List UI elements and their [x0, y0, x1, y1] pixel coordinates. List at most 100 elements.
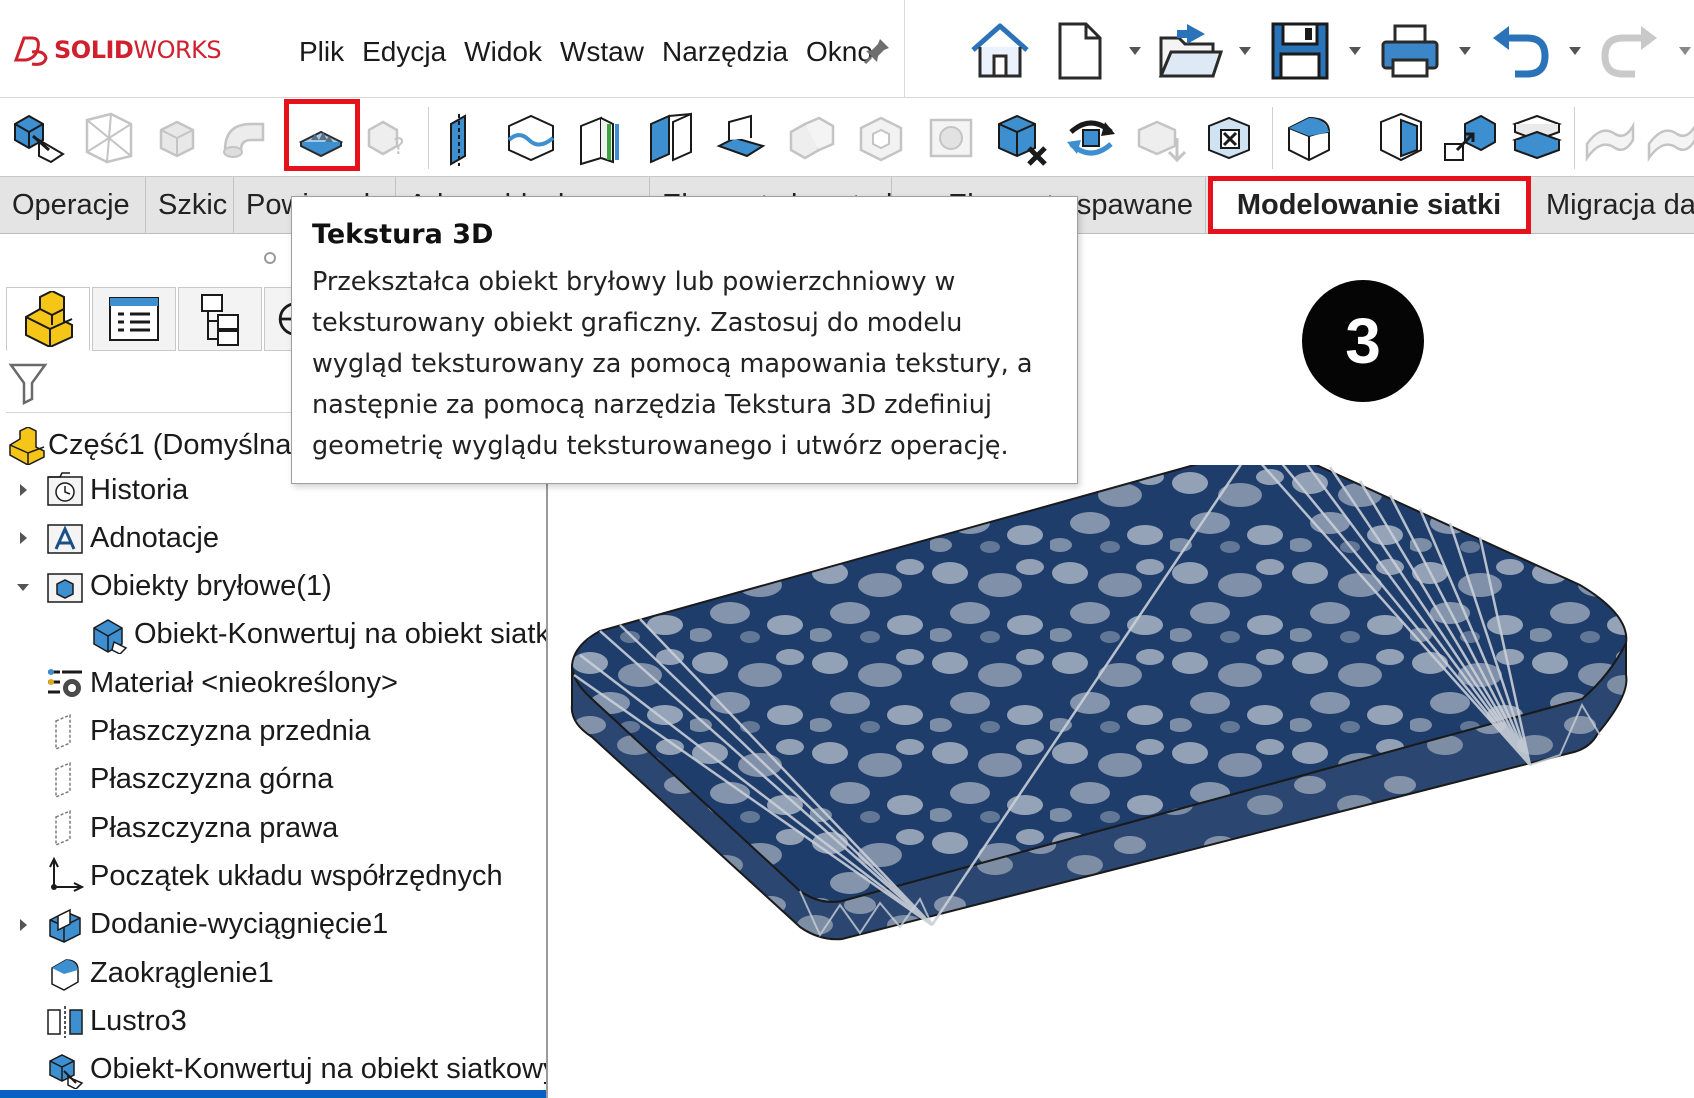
- section-icon[interactable]: [1370, 107, 1432, 169]
- tree-item[interactable]: Początek układu współrzędnych: [0, 852, 546, 900]
- menu-insert[interactable]: Wstaw: [551, 32, 653, 72]
- tab-sketch[interactable]: Szkic: [146, 177, 234, 234]
- tree-root-label: Część1 (Domyślna): [48, 428, 301, 461]
- tree-item[interactable]: Lustro3: [0, 997, 546, 1045]
- ds-logo-icon: [13, 36, 48, 66]
- plane-icon: [55, 809, 71, 847]
- menu-tools[interactable]: Narzędzia: [653, 32, 797, 72]
- undo-dropdown-icon[interactable]: [1560, 16, 1590, 86]
- delete-body-icon[interactable]: [990, 107, 1052, 169]
- thicken-icon[interactable]: [570, 107, 632, 169]
- cavity-icon[interactable]: [850, 107, 912, 169]
- menu-file[interactable]: Plik: [290, 32, 353, 72]
- tree-item[interactable]: Zaokrąglenie1: [0, 949, 546, 997]
- tree-item[interactable]: Adnotacje: [0, 514, 546, 562]
- part-icon: [9, 427, 45, 465]
- tree-item[interactable]: Płaszczyzna górna: [0, 756, 546, 804]
- delete-face-icon[interactable]: [1200, 107, 1262, 169]
- collapse-handle[interactable]: [264, 252, 276, 264]
- box-icon[interactable]: [146, 107, 208, 169]
- annotations-icon: [47, 524, 83, 555]
- configuration-manager-tab-icon[interactable]: [178, 287, 262, 351]
- command-manager-toolbar: ?: [0, 99, 1694, 177]
- offset-icon[interactable]: [1130, 107, 1192, 169]
- quick-access-toolbar: [960, 16, 1694, 86]
- feature-manager-tab-icon[interactable]: [6, 287, 90, 351]
- horizontal-scrollbar[interactable]: [0, 1090, 546, 1098]
- tree-item[interactable]: Płaszczyzna prawa: [0, 804, 546, 852]
- plane-icon: [55, 713, 71, 750]
- undo-icon[interactable]: [1480, 16, 1560, 86]
- panel-tabs: [6, 287, 306, 351]
- convert-to-mesh-body-icon[interactable]: [8, 107, 70, 169]
- tooltip-line: Przekształca obiekt bryłowy lub powierzc…: [312, 267, 956, 297]
- fillet-icon: [51, 959, 79, 991]
- tab-data-migration[interactable]: Migracja danych: [1534, 177, 1694, 234]
- redo-icon[interactable]: [1590, 16, 1670, 86]
- tree-item-label: Płaszczyzna przednia: [90, 715, 371, 747]
- surface-extra-icon[interactable]: [1640, 107, 1694, 169]
- title-bar: SOLIDWORKS Plik Edycja Widok Wstaw Narzę…: [0, 0, 1694, 98]
- tree-item-label: Obiekt-Konwertuj na obiekt siatkowy: [134, 618, 546, 651]
- tree-collapsed-icon[interactable]: [16, 483, 30, 497]
- tree-expanded-icon[interactable]: [16, 580, 30, 594]
- solidworks-logo[interactable]: SOLIDWORKS: [10, 28, 222, 72]
- extrude-icon: [49, 908, 81, 943]
- segment-icon[interactable]: [640, 107, 702, 169]
- print-dropdown-icon[interactable]: [1450, 16, 1480, 86]
- split-line-icon[interactable]: [432, 107, 494, 169]
- tree-item-label: Płaszczyzna prawa: [90, 811, 339, 844]
- svg-text:?: ?: [393, 135, 405, 160]
- move-copy-icon[interactable]: [1060, 107, 1122, 169]
- menu-edit[interactable]: Edycja: [353, 32, 455, 72]
- print-icon[interactable]: [1370, 16, 1450, 86]
- tree-item[interactable]: Dodanie-wyciągnięcie1: [0, 901, 546, 949]
- open-icon[interactable]: [1150, 16, 1230, 86]
- tree-item[interactable]: Obiekt-Konwertuj na obiekt siatkowy: [0, 1046, 546, 1094]
- cut-icon[interactable]: [920, 107, 982, 169]
- origin-icon: [49, 857, 84, 893]
- mesh-modeling-highlight: [1208, 176, 1531, 234]
- mesh-grid-icon[interactable]: [78, 107, 140, 169]
- scale-icon[interactable]: [1438, 107, 1500, 169]
- tree-collapsed-icon[interactable]: [16, 918, 30, 932]
- open-dropdown-icon[interactable]: [1230, 16, 1260, 86]
- sweep-icon[interactable]: [214, 107, 276, 169]
- tooltip-line: następnie za pomocą narzędzia Tekstura 3…: [312, 390, 992, 420]
- step-badge: 3: [1302, 280, 1424, 402]
- tree-item[interactable]: Obiekty bryłowe(1): [0, 563, 546, 611]
- redo-dropdown-icon[interactable]: [1670, 16, 1694, 86]
- tree-item-label: Adnotacje: [90, 521, 219, 554]
- tree-item[interactable]: Materiał <nieokreślony>: [0, 659, 546, 707]
- property-manager-tab-icon[interactable]: [92, 287, 176, 351]
- tree-item-label: Płaszczyzna górna: [90, 763, 334, 796]
- tree-item[interactable]: Obiekt-Konwertuj na obiekt siatkowy: [0, 611, 546, 659]
- help-query-icon[interactable]: ?: [356, 107, 418, 169]
- new-dropdown-icon[interactable]: [1120, 16, 1150, 86]
- filter-icon[interactable]: [8, 361, 48, 405]
- save-icon[interactable]: [1260, 16, 1340, 86]
- save-dropdown-icon[interactable]: [1340, 16, 1370, 86]
- convert-mesh-icon: [49, 1053, 84, 1089]
- pin-icon[interactable]: [862, 36, 892, 66]
- combine-icon[interactable]: [780, 107, 842, 169]
- main-menu: Plik Edycja Widok Wstaw Narzędzia Okno: [290, 32, 882, 72]
- menu-view[interactable]: Widok: [455, 32, 551, 72]
- fillet-body-icon[interactable]: [1278, 107, 1340, 169]
- tree-item-label: Historia: [90, 473, 189, 506]
- textured-plate-model[interactable]: [570, 465, 1690, 1025]
- tree-collapsed-icon[interactable]: [16, 531, 30, 545]
- home-icon[interactable]: [960, 16, 1040, 86]
- stack-icon[interactable]: [1506, 107, 1568, 169]
- ruled-surface-icon[interactable]: [1578, 107, 1640, 169]
- tree-item-label: Początek układu współrzędnych: [90, 859, 503, 892]
- tooltip-line: geometrię wyglądu teksturowanego i utwór…: [312, 431, 1009, 461]
- tooltip-title: Tekstura 3D: [312, 219, 494, 250]
- surface-patch-icon[interactable]: [710, 107, 772, 169]
- tooltip-line: teksturowany obiekt graficzny. Zastosuj …: [312, 308, 963, 338]
- surface-icon[interactable]: [500, 107, 562, 169]
- tree-item[interactable]: Płaszczyzna przednia: [0, 708, 546, 756]
- new-document-icon[interactable]: [1040, 16, 1120, 86]
- tab-features[interactable]: Operacje: [0, 177, 146, 234]
- tree-item-label: Obiekty bryłowe(1): [90, 570, 332, 603]
